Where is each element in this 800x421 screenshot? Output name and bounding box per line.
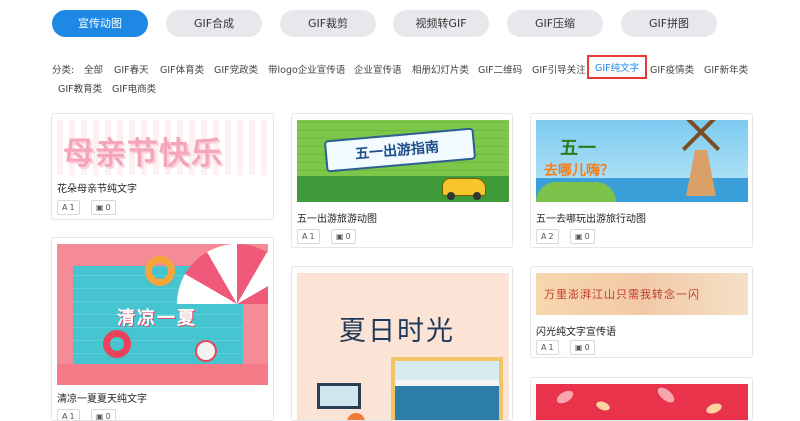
image-icon: ▣ [96, 203, 104, 212]
text-count-badge: A1 [57, 200, 80, 215]
tab-promo-gif[interactable]: 宣传动图 [52, 10, 148, 37]
category-party[interactable]: GIF党政类 [214, 62, 258, 76]
template-thumbnail: 五一 去哪儿嗨？ [536, 120, 748, 202]
image-count-badge: ▣ 0 [570, 229, 595, 244]
category-label: 分类: [52, 65, 75, 76]
image-icon: ▣ [96, 412, 104, 421]
thumbnail-text: 去哪儿嗨？ [544, 163, 614, 179]
template-card[interactable]: 母亲节快乐 花朵母亲节纯文字 A1 ▣ 0 [51, 113, 274, 220]
card-title: 五一去哪玩出游旅行动图 [536, 214, 646, 225]
card-title: 清凉一夏夏天纯文字 [57, 394, 147, 405]
card-title: 花朵母亲节纯文字 [57, 184, 137, 195]
image-count-badge: ▣ 0 [331, 229, 356, 244]
card-title: 闪光纯文字宣传语 [536, 327, 616, 338]
category-all[interactable]: 全部 [84, 62, 103, 76]
template-card[interactable] [530, 377, 753, 421]
category-sports[interactable]: GIF体育类 [160, 62, 204, 76]
template-card[interactable]: 万里澎湃江山只需我转念一闪 闪光纯文字宣传语 A1 ▣ 0 [530, 266, 753, 358]
category-slideshow[interactable]: 相册幻灯片类 [412, 62, 469, 76]
template-card[interactable]: 夏日时光 [291, 266, 513, 421]
text-count-badge: A1 [536, 340, 559, 355]
thumbnail-text: 母亲节快乐 [63, 136, 223, 172]
tab-gif-compose[interactable]: GIF合成 [166, 10, 262, 37]
template-thumbnail: 万里澎湃江山只需我转念一闪 [536, 273, 748, 315]
image-count-badge: ▣ 0 [570, 340, 595, 355]
template-thumbnail: 母亲节快乐 [57, 120, 268, 175]
template-thumbnail: 清凉一夏 [57, 244, 268, 385]
tab-gif-compress[interactable]: GIF压缩 [507, 10, 603, 37]
image-icon: ▣ [575, 232, 583, 241]
text-count-badge: A2 [536, 229, 559, 244]
text-icon: A [302, 232, 308, 241]
template-card[interactable]: 五一 去哪儿嗨？ 五一去哪玩出游旅行动图 A2 ▣ 0 [530, 113, 753, 248]
category-follow[interactable]: GIF引导关注 [532, 62, 586, 76]
thumbnail-text: 夏日时光 [339, 316, 455, 347]
tab-gif-crop[interactable]: GIF裁剪 [280, 10, 376, 37]
tab-video-to-gif[interactable]: 视频转GIF [393, 10, 489, 37]
thumbnail-text: 万里澎湃江山只需我转念一闪 [544, 288, 700, 301]
template-card[interactable]: 清凉一夏 清凉一夏夏天纯文字 A1 ▣ 0 [51, 237, 274, 421]
card-title: 五一出游旅游动图 [297, 214, 377, 225]
template-thumbnail: 五一出游指南 [297, 120, 509, 202]
image-count-badge: ▣ 0 [91, 409, 116, 421]
category-logo-slogan[interactable]: 带logo企业宣传语 [268, 62, 345, 76]
text-count-badge: A1 [57, 409, 80, 421]
text-icon: A [541, 232, 547, 241]
category-education[interactable]: GIF教育类 [58, 81, 102, 95]
category-slogan[interactable]: 企业宣传语 [354, 62, 402, 76]
image-count-badge: ▣ 0 [91, 200, 116, 215]
text-icon: A [541, 343, 547, 352]
category-spring[interactable]: GIF春天 [114, 62, 149, 76]
category-qrcode[interactable]: GIF二维码 [478, 62, 522, 76]
category-ecommerce[interactable]: GIF电商类 [112, 81, 156, 95]
category-new-year[interactable]: GIF新年类 [704, 62, 748, 76]
thumbnail-text: 五一 [560, 138, 596, 159]
tool-tabs: 宣传动图 GIF合成 GIF裁剪 视频转GIF GIF压缩 GIF拼图 [0, 0, 800, 46]
image-icon: ▣ [575, 343, 583, 352]
text-count-badge: A1 [297, 229, 320, 244]
image-icon: ▣ [336, 232, 344, 241]
thumbnail-text: 清凉一夏 [117, 308, 197, 329]
text-icon: A [62, 203, 68, 212]
template-thumbnail: 夏日时光 [297, 273, 509, 420]
tab-gif-puzzle[interactable]: GIF拼图 [621, 10, 717, 37]
template-card[interactable]: 五一出游指南 五一出游旅游动图 A1 ▣ 0 [291, 113, 513, 248]
category-epidemic[interactable]: GIF疫情类 [650, 62, 694, 76]
text-icon: A [62, 412, 68, 421]
category-pure-text[interactable]: GIF纯文字 [587, 55, 648, 79]
template-thumbnail [536, 384, 748, 420]
